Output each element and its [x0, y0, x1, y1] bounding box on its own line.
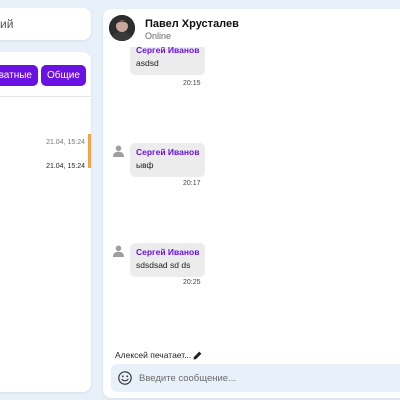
chat-header: Павел Хрусталев Online	[103, 9, 400, 47]
chat-filters: иватные Общие	[0, 65, 91, 89]
message-bubble: Сергей Иванов sdsdsad sd ds	[130, 243, 205, 277]
message-time: 20:17	[183, 180, 201, 187]
message-bubble: Сергей Иванов ывф	[130, 143, 205, 177]
contact-status: Online	[145, 31, 172, 41]
pencil-icon	[193, 351, 202, 359]
filter-general-button[interactable]: Общие	[41, 65, 86, 86]
search-box[interactable]: ий	[0, 8, 91, 40]
divider	[0, 96, 91, 97]
search-text: ий	[0, 17, 14, 31]
filter-private-button[interactable]: иватные	[0, 65, 38, 86]
message-input[interactable]	[139, 368, 399, 388]
message-text: asdsd	[136, 58, 159, 68]
message-list[interactable]: Сергей Иванов asdsd 20:15 Сергей Иванов …	[103, 9, 400, 349]
user-icon	[113, 245, 124, 257]
user-icon	[113, 145, 124, 157]
message-text: ывф	[136, 160, 154, 170]
message-time: 20:15	[183, 80, 201, 87]
chat-item-time: 21.04, 15:24	[46, 163, 85, 170]
chat-panel: Сергей Иванов asdsd 20:15 Сергей Иванов …	[103, 9, 400, 398]
emoji-icon[interactable]	[118, 371, 132, 385]
message-time: 20:25	[183, 279, 201, 286]
typing-indicator: Алексей печатает...	[115, 350, 202, 360]
message-composer	[111, 364, 400, 392]
typing-text: Алексей печатает...	[115, 350, 192, 360]
avatar[interactable]	[109, 15, 135, 41]
active-marker	[88, 134, 91, 168]
message-text: sdsdsad sd ds	[136, 260, 191, 270]
message-sender: Сергей Иванов	[136, 247, 200, 257]
message-sender: Сергей Иванов	[136, 147, 200, 157]
contact-name: Павел Хрусталев	[145, 18, 239, 30]
chat-list-panel: иватные Общие 21.04, 15:24 21.04, 15:24	[0, 52, 91, 392]
chat-list-item-active[interactable]: 21.04, 15:24	[0, 134, 91, 174]
